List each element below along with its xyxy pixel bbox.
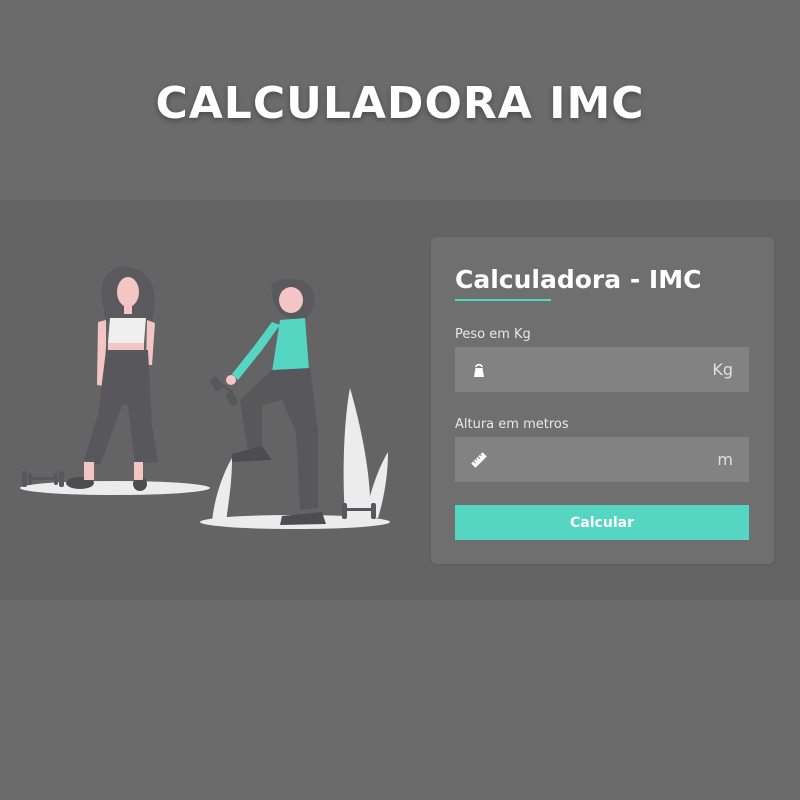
height-unit: m [717,450,733,469]
weight-input[interactable] [489,347,713,392]
weight-label: Peso em Kg [455,327,531,342]
title-underline [455,299,551,301]
kettlebell-icon [469,360,489,380]
height-label: Altura em metros [455,417,569,432]
form-title: Calculadora - IMC [455,265,702,294]
imc-form-card: Calculadora - IMC Peso em Kg Kg Altura e… [431,237,774,564]
fitness-illustration [20,266,390,529]
page-title: CALCULADORA IMC [155,78,645,129]
weight-unit: Kg [712,360,733,379]
calculate-button[interactable]: Calcular [455,505,749,540]
height-field: m [455,437,749,482]
content-band: Calculadora - IMC Peso em Kg Kg Altura e… [0,200,800,600]
height-input[interactable] [489,437,718,482]
ruler-icon [469,450,489,470]
weight-field: Kg [455,347,749,392]
